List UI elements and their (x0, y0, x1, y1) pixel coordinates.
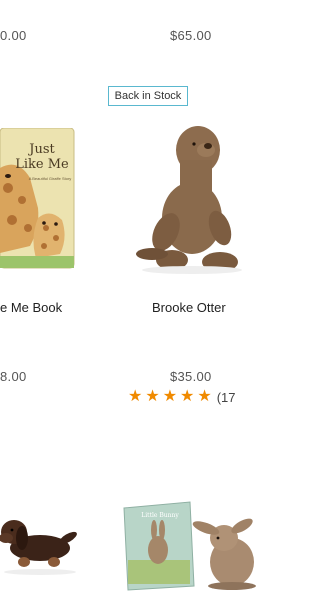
product-name[interactable]: Brooke Otter (152, 300, 226, 315)
star-icon: ★ (128, 388, 143, 405)
star-icon: ★ (145, 388, 160, 405)
product-price: 0.00 (0, 28, 27, 43)
product-price: 8.00 (0, 369, 27, 384)
star-icon: ★ (180, 388, 195, 405)
book-cover-subtitle: A Beautiful Giraffe Story (28, 176, 72, 181)
brooke-otter-image[interactable] (128, 120, 254, 276)
product-price: $35.00 (170, 369, 212, 384)
star-icon: ★ (197, 388, 212, 405)
dachshund-plush-image[interactable] (0, 508, 82, 578)
otter-plush-illustration (136, 126, 242, 274)
product-price: $65.00 (170, 28, 212, 43)
just-like-me-book-image[interactable]: Just Like Me A Beautiful Giraffe Story (0, 128, 78, 270)
star-icon: ★ (162, 388, 178, 405)
back-in-stock-badge: Back in Stock (108, 86, 188, 106)
review-count: (17 (216, 389, 236, 405)
book-cover-title: Just Like Me (15, 142, 69, 172)
product-rating[interactable]: ★ ★ ★ ★ ★ (17 (128, 388, 236, 406)
bunny-book-and-plush-image[interactable]: Little Bunny (120, 500, 257, 592)
product-name[interactable]: e Me Book (0, 300, 62, 315)
bunny-book-title: Little Bunny (141, 512, 179, 519)
dachshund-plush-illustration (0, 520, 77, 575)
